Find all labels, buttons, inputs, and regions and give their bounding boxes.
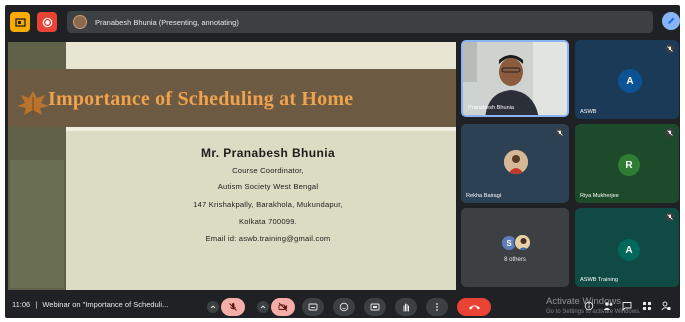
meeting-info: 11:06 | Webinar on "Importance of Schedu… [12, 300, 168, 309]
more-options-button[interactable] [426, 298, 448, 316]
video-options-button[interactable] [257, 301, 269, 313]
meeting-separator: | [35, 300, 38, 309]
participant-tile-aswb[interactable]: A ASWB [575, 40, 679, 119]
shared-slide: Importance of Scheduling at Home Mr. Pra… [8, 42, 456, 290]
chat-icon [622, 302, 632, 311]
record-icon [42, 17, 52, 27]
presenter-avatar [73, 15, 87, 29]
participant-tile-aswb-training[interactable]: A ASWB Training [575, 208, 679, 287]
lock-person-icon [661, 301, 671, 311]
participant-avatar-photo [514, 234, 531, 251]
slide-line: Autism Society West Bengal [217, 182, 319, 191]
leave-call-button[interactable] [457, 298, 491, 316]
slide-presenter-name: Mr. Pranabesh Bhunia [200, 146, 336, 160]
camera-toggle-button[interactable] [271, 298, 295, 316]
mic-muted-icon [665, 212, 674, 221]
mic-off-icon [229, 303, 237, 311]
bottom-bar: 11:06 | Webinar on "Importance of Schedu… [5, 295, 680, 318]
apps-grid-icon [643, 302, 651, 310]
meeting-details-button[interactable] [583, 300, 595, 312]
participant-avatar: A [618, 239, 640, 261]
participant-name: Rekha Bairagi [466, 193, 502, 199]
emoji-reaction-button[interactable] [333, 298, 355, 316]
slide-top-edge [66, 42, 456, 69]
meet-window: Pranabesh Bhunia (Presenting, annotating… [5, 5, 680, 318]
meeting-title[interactable]: Webinar on "Importance of Scheduli... [42, 300, 168, 309]
slide-line: Kolkata 700099. [239, 217, 297, 226]
present-icon [14, 17, 26, 27]
mic-muted-icon [555, 128, 564, 137]
participant-tile-riya[interactable]: R Riya Mukherjee [575, 124, 679, 203]
mic-muted-icon [665, 44, 674, 53]
participant-tile-pranabesh[interactable]: Pranabesh Bhunia [461, 40, 569, 117]
others-tile[interactable]: S 8 others [461, 208, 569, 287]
meeting-time: 11:06 [12, 300, 31, 309]
slide-left-band-lower [10, 160, 64, 288]
presenting-banner[interactable]: Pranabesh Bhunia (Presenting, annotating… [67, 11, 653, 33]
participant-name: ASWB [580, 109, 597, 115]
slide-line: Course Coordinator, [232, 166, 304, 175]
present-screen-icon [370, 303, 380, 311]
record-button[interactable] [37, 12, 57, 32]
participant-avatar: A [618, 69, 642, 93]
activities-button[interactable] [641, 300, 653, 312]
chat-button[interactable] [621, 300, 633, 312]
more-vert-icon [436, 303, 438, 311]
captions-icon [308, 303, 318, 311]
raise-hand-icon [403, 303, 409, 312]
autumn-leaf-icon [17, 91, 49, 116]
mic-muted-icon [665, 128, 674, 137]
people-button[interactable] [602, 300, 614, 312]
end-call-icon [468, 305, 480, 310]
chevron-up-icon [210, 305, 216, 309]
participant-avatar [504, 150, 528, 174]
emoji-icon [339, 302, 349, 312]
audio-options-button[interactable] [207, 301, 219, 313]
participant-name: Pranabesh Bhunia [468, 105, 515, 111]
presenting-text: Pranabesh Bhunia (Presenting, annotating… [95, 17, 239, 27]
people-icon [603, 302, 612, 310]
others-count: 8 others [504, 257, 526, 263]
slide-title: Importance of Scheduling at Home [48, 88, 354, 110]
top-bar: Pranabesh Bhunia (Presenting, annotating… [5, 5, 680, 37]
annotate-button[interactable] [662, 12, 680, 30]
chevron-up-icon [260, 305, 266, 309]
participant-avatar: R [618, 154, 640, 176]
present-icon-button[interactable] [10, 12, 30, 32]
raise-hand-button[interactable] [395, 298, 417, 316]
participant-tile-rekha[interactable]: Rekha Bairagi [461, 124, 569, 203]
camera-off-icon [278, 302, 288, 312]
present-screen-button[interactable] [364, 298, 386, 316]
mic-toggle-button[interactable] [221, 298, 245, 316]
captions-button[interactable] [302, 298, 324, 316]
participant-name: Riya Mukherjee [580, 193, 619, 199]
info-icon [584, 301, 594, 311]
slide-line: Email id: aswb.training@gmail.com [205, 234, 331, 243]
slide-line: 147 Krishakpally, Barakhola, Mukundapur, [193, 200, 343, 209]
participant-name: ASWB Training [580, 277, 618, 283]
pen-icon [668, 17, 675, 24]
host-controls-button[interactable] [660, 300, 672, 312]
